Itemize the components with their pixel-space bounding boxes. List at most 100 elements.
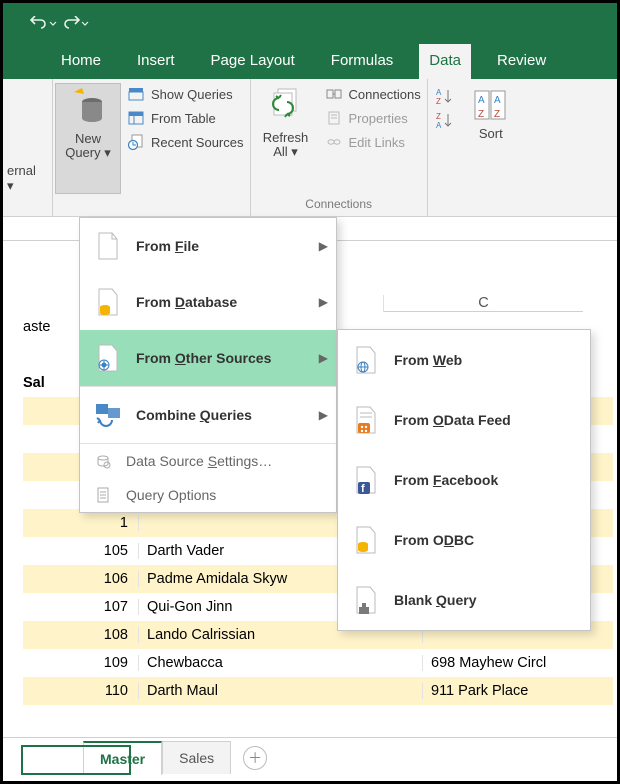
edit-links-button: Edit Links <box>321 131 425 153</box>
recent-sources-icon <box>127 133 145 151</box>
table-row[interactable]: 110Darth Maul911 Park Place <box>23 677 613 705</box>
quick-access-toolbar <box>29 16 89 32</box>
sort-az-button[interactable]: AZ <box>434 87 452 105</box>
show-queries-icon <box>127 85 145 103</box>
recent-sources-label: Recent Sources <box>151 135 244 150</box>
submenu-blank-label: Blank Query <box>394 592 476 608</box>
connections-button[interactable]: Connections <box>321 83 425 105</box>
from-table-label: From Table <box>151 111 216 126</box>
menu-from-other-label: From Other Sources <box>136 350 271 366</box>
submenu-from-odata[interactable]: From OData Feed <box>338 390 590 450</box>
menu-from-database-label: From Database <box>136 294 237 310</box>
tab-insert[interactable]: Insert <box>127 44 185 79</box>
facebook-icon: f <box>352 466 380 494</box>
svg-text:Z: Z <box>436 112 441 121</box>
ribbon-tabstrip: Home Insert Page Layout Formulas Data Re… <box>3 45 617 79</box>
menu-dss-label: Data Source Settings… <box>126 453 272 469</box>
submenu-web-label: From Web <box>394 352 462 368</box>
menu-query-options[interactable]: Query Options <box>80 478 336 512</box>
table-row[interactable]: 109Chewbacca698 Mayhew Circl <box>23 649 613 677</box>
external-data-group: ernal▾ <box>3 79 53 216</box>
sort-button[interactable]: A Z A Z Sort <box>458 83 524 194</box>
sort-icon: A Z A Z <box>473 87 509 123</box>
add-sheet-button[interactable]: ＋ <box>243 746 267 770</box>
column-header-c[interactable]: C <box>383 295 583 312</box>
refresh-all-button[interactable]: RefreshAll ▾ <box>253 83 319 194</box>
submenu-odbc-label: From ODBC <box>394 532 474 548</box>
submenu-from-facebook[interactable]: f From Facebook <box>338 450 590 510</box>
submenu-arrow-icon: ▶ <box>319 351 328 365</box>
svg-text:Z: Z <box>478 109 484 120</box>
svg-text:A: A <box>494 95 501 106</box>
ribbon: ernal▾ NewQuery ▾ Show Queries <box>3 79 617 217</box>
get-transform-group-label <box>55 194 248 214</box>
menu-qo-label: Query Options <box>126 487 216 503</box>
svg-text:Z: Z <box>436 97 441 106</box>
cell[interactable]: 109 <box>23 655 139 671</box>
edit-links-icon <box>325 133 343 151</box>
undo-button[interactable] <box>29 16 57 32</box>
submenu-arrow-icon: ▶ <box>319 239 328 253</box>
tab-home[interactable]: Home <box>51 44 111 79</box>
cell[interactable]: 108 <box>23 627 139 643</box>
menu-combine-label: Combine Queries <box>136 407 252 423</box>
new-query-icon <box>70 88 106 128</box>
cell[interactable]: Chewbacca <box>139 655 423 671</box>
cell[interactable]: 110 <box>23 683 139 699</box>
from-table-button[interactable]: From Table <box>123 107 248 129</box>
tab-data[interactable]: Data <box>419 44 471 79</box>
connections-group: RefreshAll ▾ Connections Properties Edit… <box>251 79 428 216</box>
cell[interactable]: Darth Maul <box>139 683 423 699</box>
odbc-icon <box>352 526 380 554</box>
show-queries-button[interactable]: Show Queries <box>123 83 248 105</box>
connections-label: Connections <box>349 87 421 102</box>
svg-text:f: f <box>361 483 365 495</box>
sheet-tab-sales[interactable]: Sales <box>162 741 231 774</box>
cell[interactable]: 1 <box>23 515 139 531</box>
title-bar <box>3 3 617 45</box>
external-data-label[interactable]: ernal▾ <box>5 163 50 194</box>
web-icon <box>352 346 380 374</box>
menu-data-source-settings[interactable]: Data Source Settings… <box>80 444 336 478</box>
redo-button[interactable] <box>61 16 89 32</box>
cell[interactable]: 911 Park Place <box>423 683 613 699</box>
tab-review[interactable]: Review <box>487 44 556 79</box>
edit-links-label: Edit Links <box>349 135 405 150</box>
tab-formulas[interactable]: Formulas <box>321 44 404 79</box>
new-query-menu: From File ▶ From Database ▶ From Other S… <box>79 217 337 513</box>
menu-from-other-sources[interactable]: From Other Sources ▶ <box>80 330 336 386</box>
properties-button: Properties <box>321 107 425 129</box>
sort-za-button[interactable]: ZA <box>434 111 452 129</box>
menu-from-database[interactable]: From Database ▶ <box>80 274 336 330</box>
svg-text:A: A <box>436 121 442 130</box>
connections-icon <box>325 85 343 103</box>
file-icon <box>94 232 122 260</box>
submenu-blank-query[interactable]: Blank Query <box>338 570 590 630</box>
other-sources-icon <box>94 344 122 372</box>
svg-text:Z: Z <box>494 109 500 120</box>
submenu-from-odbc[interactable]: From ODBC <box>338 510 590 570</box>
submenu-fb-label: From Facebook <box>394 472 498 488</box>
menu-from-file[interactable]: From File ▶ <box>80 218 336 274</box>
blank-query-icon <box>352 586 380 614</box>
show-queries-label: Show Queries <box>151 87 233 102</box>
active-cell-outline <box>21 745 131 775</box>
settings-icon <box>94 452 112 470</box>
from-table-icon <box>127 109 145 127</box>
menu-combine-queries[interactable]: Combine Queries ▶ <box>80 387 336 443</box>
tab-page-layout[interactable]: Page Layout <box>201 44 305 79</box>
svg-text:A: A <box>478 95 485 106</box>
menu-from-file-label: From File <box>136 238 199 254</box>
options-icon <box>94 486 112 504</box>
recent-sources-button[interactable]: Recent Sources <box>123 131 248 153</box>
cell[interactable]: 107 <box>23 599 139 615</box>
new-query-button[interactable]: NewQuery ▾ <box>55 83 121 194</box>
database-icon <box>94 288 122 316</box>
cell[interactable]: 698 Mayhew Circl <box>423 655 613 671</box>
submenu-odata-label: From OData Feed <box>394 412 511 428</box>
combine-queries-icon <box>94 401 122 429</box>
submenu-from-web[interactable]: From Web <box>338 330 590 390</box>
cell[interactable]: 106 <box>23 571 139 587</box>
cell[interactable]: 105 <box>23 543 139 559</box>
refresh-all-icon <box>270 87 302 127</box>
